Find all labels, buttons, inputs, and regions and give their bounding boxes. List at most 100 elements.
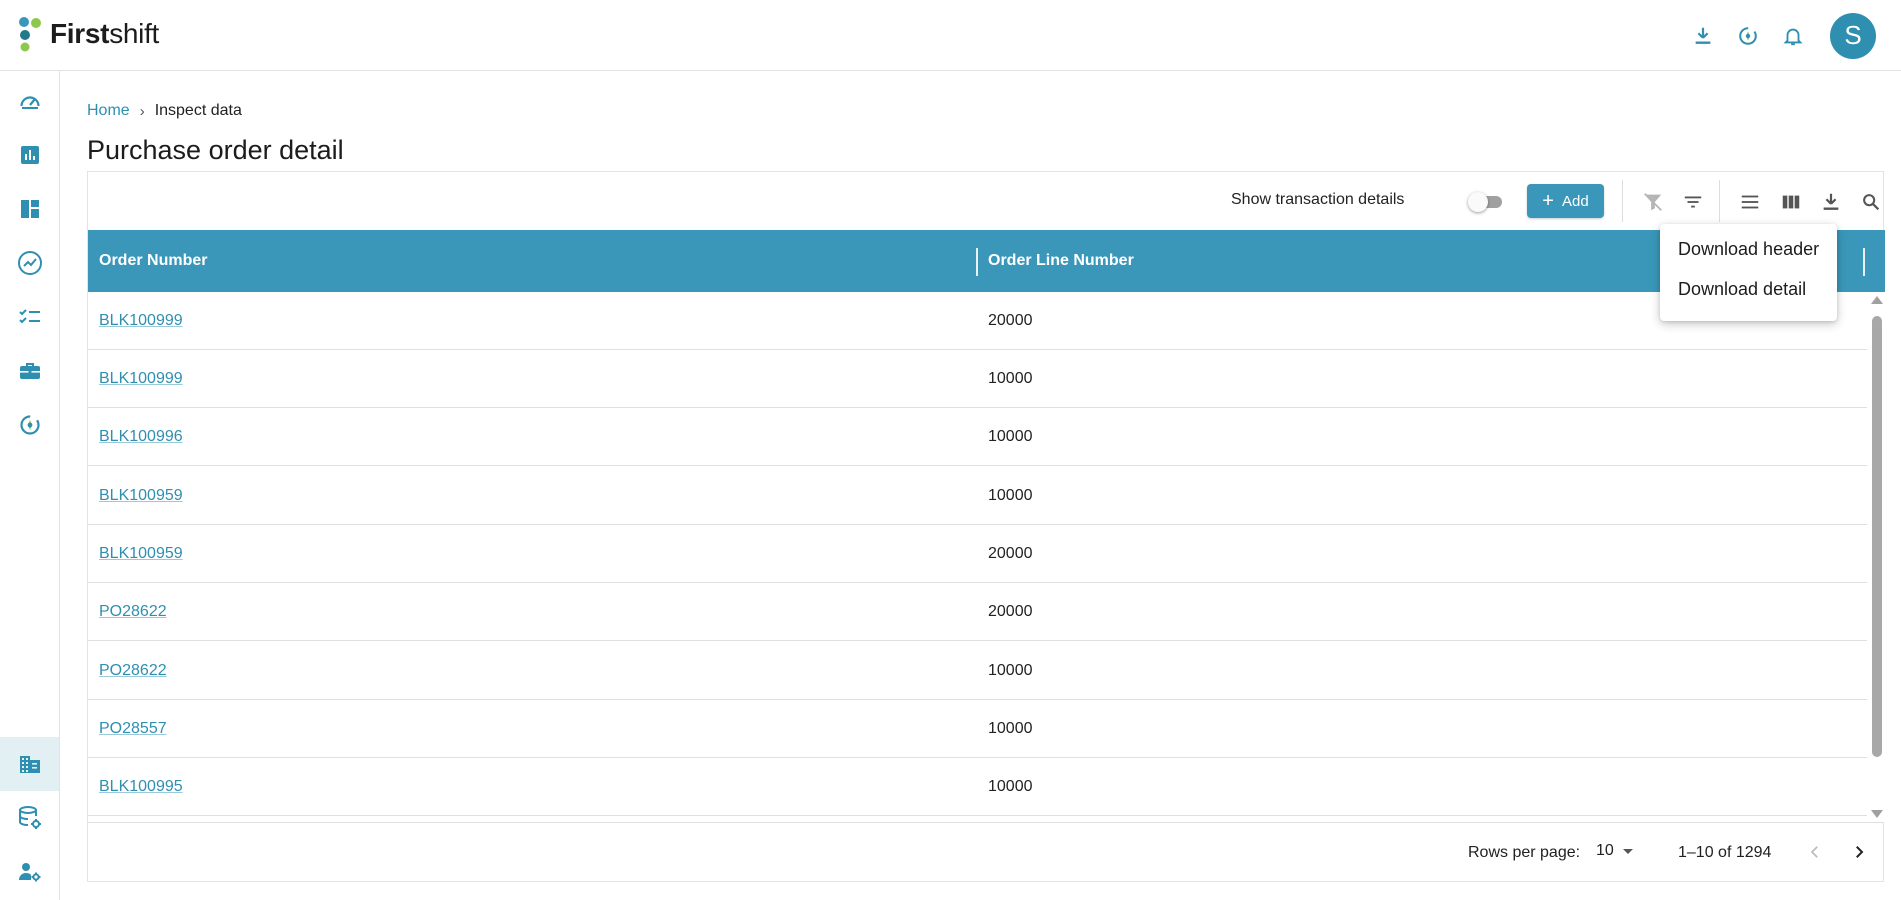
toolbar-divider: [1719, 180, 1720, 222]
order-line-number: 10000: [988, 720, 1033, 737]
scroll-up-arrow-icon[interactable]: [1871, 296, 1883, 304]
data-grid: Show transaction details + Add Order Num…: [87, 171, 1885, 882]
dashboard-icon: [19, 96, 40, 109]
download-detail-menu-item[interactable]: Download detail: [1678, 274, 1806, 304]
logo-text: Firstshift: [50, 18, 160, 49]
order-line-number: 10000: [988, 662, 1033, 679]
order-number-link[interactable]: PO28557: [99, 700, 167, 758]
breadcrumb-separator: ›: [139, 102, 145, 120]
density-icon[interactable]: [1737, 189, 1763, 215]
order-line-number: 10000: [988, 778, 1033, 795]
database-settings-icon: [18, 806, 41, 829]
sidebar: [0, 71, 60, 900]
columns-icon[interactable]: [1778, 189, 1804, 215]
plus-icon: +: [1542, 190, 1554, 212]
user-settings-icon: [18, 863, 40, 882]
sidebar-item-user-settings[interactable]: [0, 845, 59, 899]
order-number-link[interactable]: BLK100995: [99, 758, 183, 816]
table-row[interactable]: BLK100999 10000: [88, 350, 1867, 408]
scrollbar-thumb[interactable]: [1872, 316, 1882, 757]
chevron-left-icon: [1810, 846, 1818, 858]
sidebar-item-trends[interactable]: [0, 236, 59, 290]
target-icon[interactable]: [1736, 24, 1760, 48]
order-number-link[interactable]: PO28622: [99, 642, 167, 700]
table-body: BLK100999 20000 BLK100999 10000 BLK10099…: [88, 292, 1867, 822]
table-row[interactable]: PO28622 20000: [88, 583, 1867, 641]
download-header-menu-item[interactable]: Download header: [1678, 234, 1819, 264]
table-header: Order Number Order Line Number: [88, 230, 1885, 292]
order-line-number: 20000: [988, 545, 1033, 562]
logo-mark-icon: [19, 17, 41, 52]
table-row[interactable]: BLK100959 10000: [88, 467, 1867, 525]
order-number-link[interactable]: BLK100959: [99, 467, 183, 525]
sidebar-item-layouts[interactable]: [0, 182, 59, 236]
search-icon[interactable]: [1858, 189, 1884, 215]
grid-toolbar: Show transaction details + Add: [88, 172, 1883, 231]
order-number-link[interactable]: PO28622: [99, 583, 167, 641]
add-button[interactable]: + Add: [1527, 184, 1604, 218]
order-line-number: 10000: [988, 487, 1033, 504]
column-header-order-line-number[interactable]: Order Line Number: [988, 230, 1134, 292]
filter-icon[interactable]: [1680, 189, 1706, 215]
building-icon: [19, 756, 40, 773]
page-title: Purchase order detail: [87, 135, 344, 165]
table-row[interactable]: BLK100995 10000: [88, 758, 1867, 816]
sidebar-item-dashboard[interactable]: [0, 74, 59, 128]
table-row[interactable]: PO28557 10000: [88, 700, 1867, 758]
order-number-link[interactable]: BLK100999: [99, 292, 183, 350]
toggle-thumb: [1468, 192, 1488, 212]
order-number-link[interactable]: BLK100959: [99, 525, 183, 583]
trend-icon: [17, 251, 42, 275]
rows-per-page-value: 10: [1596, 842, 1614, 859]
table-row[interactable]: BLK100959 20000: [88, 525, 1867, 583]
bell-icon[interactable]: [1781, 24, 1805, 48]
sidebar-item-tasks[interactable]: [0, 290, 59, 344]
sidebar-item-targets[interactable]: [0, 398, 59, 452]
sidebar-item-portfolio[interactable]: [0, 344, 59, 398]
briefcase-icon: [19, 363, 40, 379]
download-icon[interactable]: [1691, 24, 1715, 48]
pagination-range: 1–10 of 1294: [1678, 844, 1772, 861]
sidebar-item-reports[interactable]: [0, 128, 59, 182]
breadcrumb-current: Inspect data: [154, 102, 242, 119]
toolbar-divider: [1622, 180, 1623, 222]
table-row[interactable]: BLK100996 10000: [88, 408, 1867, 466]
order-line-number: 20000: [988, 603, 1033, 620]
order-number-link[interactable]: BLK100999: [99, 350, 183, 408]
order-number-link[interactable]: BLK100996: [99, 408, 183, 466]
download-menu: Download header Download detail: [1660, 224, 1837, 321]
rows-per-page-select[interactable]: 10: [1596, 842, 1633, 860]
top-bar: Firstshift S: [0, 0, 1901, 71]
transaction-details-label: Show transaction details: [1231, 191, 1405, 208]
column-separator[interactable]: [976, 248, 978, 276]
add-button-label: Add: [1561, 192, 1589, 210]
table-row[interactable]: PO28622 10000: [88, 642, 1867, 700]
order-line-number: 10000: [988, 370, 1033, 387]
rows-per-page-label: Rows per page:: [1468, 844, 1581, 861]
order-line-number: 10000: [988, 428, 1033, 445]
firstshift-logo[interactable]: Firstshift: [18, 14, 159, 54]
user-avatar[interactable]: S: [1830, 12, 1876, 59]
checklist-icon: [18, 309, 40, 324]
transaction-details-toggle[interactable]: [1468, 192, 1502, 212]
chevron-right-icon: [1856, 846, 1864, 858]
sidebar-item-data-settings[interactable]: [0, 791, 59, 845]
breadcrumb-home-link[interactable]: Home: [87, 102, 130, 120]
breadcrumb: Home › Inspect data: [87, 100, 242, 122]
caret-down-icon: [1622, 848, 1633, 854]
pagination-bar: Rows per page: 10 1–10 of 1294: [88, 822, 1883, 882]
previous-page-button[interactable]: [1800, 837, 1830, 867]
clear-filter-icon[interactable]: [1640, 189, 1666, 215]
column-header-order-number[interactable]: Order Number: [99, 230, 207, 292]
vertical-scrollbar[interactable]: [1867, 292, 1885, 822]
target-icon: [19, 415, 40, 435]
bar-chart-icon: [20, 146, 39, 164]
scroll-down-arrow-icon[interactable]: [1871, 810, 1883, 818]
download-icon[interactable]: [1818, 189, 1844, 215]
table-row[interactable]: BLK100999 20000: [88, 292, 1867, 350]
order-line-number: 20000: [988, 312, 1033, 329]
column-separator[interactable]: [1863, 248, 1865, 276]
next-page-button[interactable]: [1844, 837, 1874, 867]
layout-icon: [20, 200, 39, 218]
sidebar-item-organization[interactable]: [0, 737, 59, 791]
